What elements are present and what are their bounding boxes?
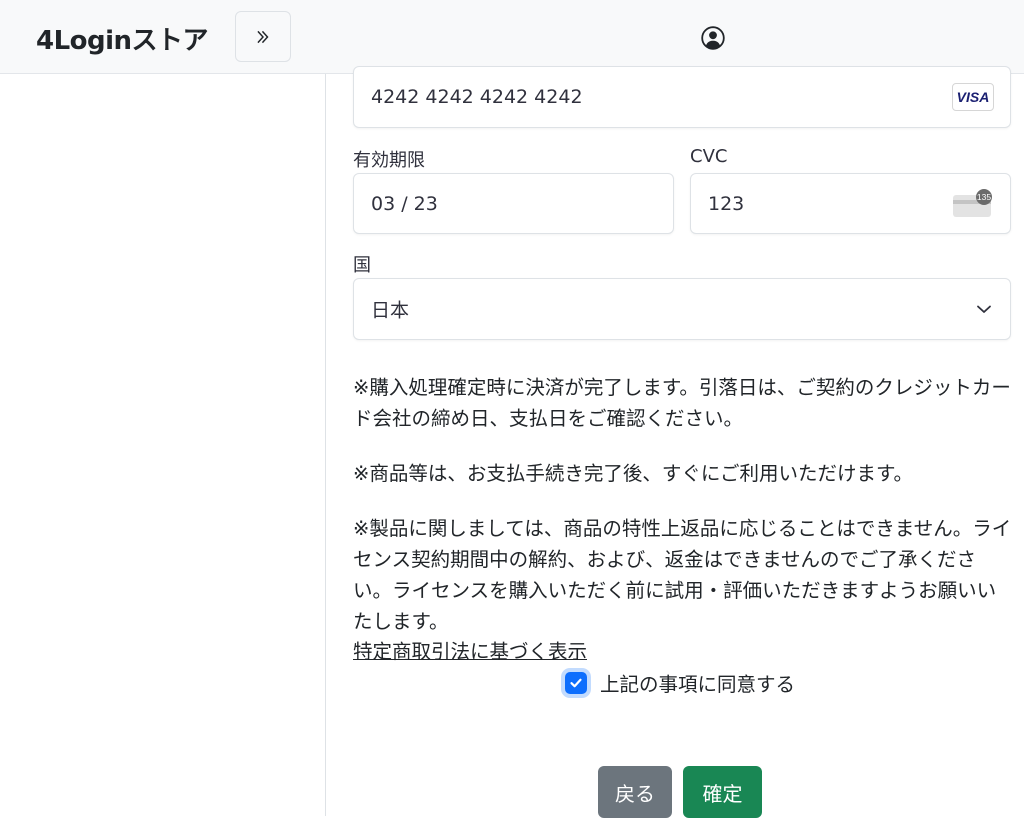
- back-button[interactable]: 戻る: [598, 766, 672, 818]
- cvc-field[interactable]: 123 135: [690, 173, 1011, 234]
- double-chevron-right-icon: [257, 30, 269, 43]
- cvc-icon-text: 135: [977, 192, 991, 202]
- payment-notice: ※購入処理確定時に決済が完了します。引落日は、ご契約のクレジットカード会社の締め…: [353, 376, 1011, 430]
- cvc-label: CVC: [690, 146, 728, 167]
- chevron-down-icon: [977, 305, 991, 313]
- expiry-label: 有効期限: [353, 150, 425, 171]
- sidebar-divider: [325, 74, 326, 816]
- agree-checkbox[interactable]: [565, 671, 587, 694]
- country-value: 日本: [371, 299, 410, 322]
- top-navbar: 4Loginストア: [0, 0, 1024, 74]
- check-icon: [570, 678, 582, 687]
- confirm-button[interactable]: 確定: [683, 766, 762, 818]
- brand-title[interactable]: 4Loginストア: [36, 20, 209, 57]
- cvc-card-icon: 135: [953, 188, 992, 217]
- card-number-field[interactable]: 4242 4242 4242 4242 VISA: [353, 66, 1011, 128]
- visa-card-icon: VISA: [952, 83, 994, 111]
- country-select[interactable]: 日本: [353, 278, 1011, 340]
- expiry-value: 03 / 23: [371, 192, 438, 215]
- user-circle-icon[interactable]: [701, 26, 725, 50]
- sidebar-toggle-button[interactable]: [235, 11, 291, 62]
- availability-notice: ※商品等は、お支払手続き完了後、すぐにご利用いただけます。: [353, 462, 913, 485]
- agree-label: 上記の事項に同意する: [600, 673, 796, 696]
- country-label: 国: [353, 255, 371, 276]
- cvc-value: 123: [708, 192, 745, 215]
- refund-notice: ※製品に関しましては、商品の特性上返品に応じることはできません。ライセンス契約期…: [353, 517, 1012, 633]
- agree-checkbox-row[interactable]: 上記の事項に同意する: [561, 668, 795, 697]
- expiry-field[interactable]: 03 / 23: [353, 173, 674, 234]
- card-number-value: 4242 4242 4242 4242: [371, 86, 583, 108]
- commercial-law-link[interactable]: 特定商取引法に基づく表示: [353, 635, 587, 664]
